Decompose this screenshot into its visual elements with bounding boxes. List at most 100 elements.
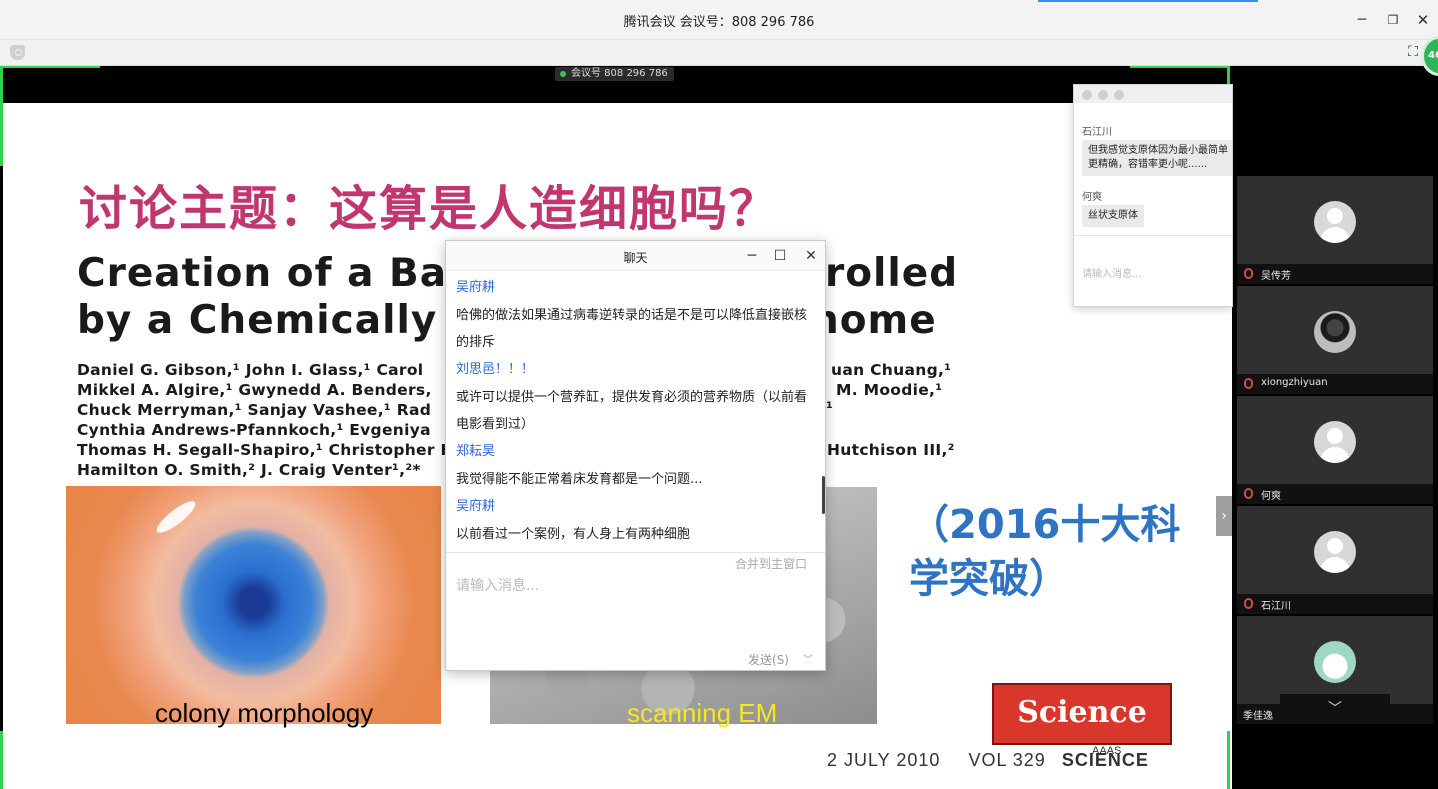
expand-panel-arrow-icon[interactable]: › [1216, 496, 1232, 536]
window-dot-icon[interactable] [1098, 90, 1108, 100]
colony-glare [152, 496, 200, 538]
participant-tile[interactable] [1237, 616, 1433, 704]
message-text: 哈佛的做法如果通过病毒逆转录的话是不是可以降低直接嵌核的排斥 [456, 308, 808, 350]
photo-avatar-icon [1314, 311, 1356, 353]
mic-muted-icon [1244, 378, 1253, 389]
main-chat-input[interactable]: 请输入消息... [1082, 265, 1142, 280]
participant-name-strip: 吴传芳 [1237, 264, 1433, 284]
chat-window: 聊天 ─ ☐ ✕ 吴府耕 哈佛的做法如果通过病毒逆转录的话是不是可以降低直接嵌核… [445, 240, 826, 671]
colony-caption: colony morphology [155, 698, 374, 728]
chat-divider [446, 552, 825, 553]
paper-title-line2-right: nome [811, 298, 937, 343]
close-button[interactable]: ✕ [1413, 10, 1433, 30]
author-line: Thomas H. Segall-Shapiro,¹ Christopher H [77, 441, 454, 459]
mic-muted-icon [1244, 268, 1253, 279]
main-chat-bubble: 丝状支原体 [1082, 205, 1144, 227]
participant-name: 吴传芳 [1261, 271, 1291, 282]
window-dot-icon[interactable] [1114, 90, 1124, 100]
main-chat-divider [1074, 235, 1232, 236]
breakthrough-note: （2016十大科学突破） [909, 502, 1181, 602]
author-line: Daniel G. Gibson,¹ John I. Glass,¹ Carol [77, 361, 424, 379]
chat-scrollbar[interactable] [822, 476, 825, 514]
author-line-right: uan Chuang,¹ [831, 361, 952, 379]
message-text: 我觉得能不能正常着床发育都是一个问题... [456, 472, 703, 487]
default-avatar-icon [1314, 201, 1356, 243]
participant-name-strip: xiongzhiyuan [1237, 374, 1433, 394]
participant-list: 吴传芳 xiongzhiyuan 何爽 石江川 季佳逸 [1233, 66, 1438, 789]
default-avatar-icon [1314, 531, 1356, 573]
author-line-right: M. Moodie,¹ [836, 381, 943, 399]
title-bar: 腾讯会议 会议号：808 296 786 ─ ❐ ✕ [0, 0, 1438, 40]
merge-to-main-button[interactable]: 合并到主窗口 [735, 555, 807, 572]
message-sender[interactable]: 吴府耕 [456, 493, 817, 521]
speaker-border-mark [0, 66, 100, 68]
speaker-border-mark [1130, 66, 1230, 68]
send-options-chevron-icon[interactable]: ﹀ [803, 651, 813, 666]
window-dot-icon[interactable] [1082, 90, 1092, 100]
chat-message: 刘思邑！！！ 或许可以提供一个营养缸，提供发育必须的营养物质（以前看电影看到过） [446, 356, 827, 438]
chat-title: 聊天 [623, 251, 648, 265]
cartoon-avatar-icon [1314, 641, 1356, 683]
title-accent-bar [1038, 0, 1258, 2]
fullscreen-icon[interactable] [1405, 43, 1421, 61]
default-avatar-icon [1314, 421, 1356, 463]
paper-title-line1-right: rolled [825, 251, 959, 296]
main-chat-sender: 石江川 [1082, 127, 1112, 138]
minimize-button[interactable]: ─ [1352, 10, 1372, 30]
journal-footer: 2 JULY 2010 VOL 329 SCIENCE [827, 750, 1149, 771]
paper-title-line1-left: Creation of a Ba [77, 251, 448, 296]
meeting-toolbar [0, 40, 1438, 66]
sem-caption: scanning EM [627, 698, 778, 728]
slide-title: 讨论主题：这算是人造细胞吗？ [79, 181, 780, 237]
footer-journal: SCIENCE [1061, 750, 1149, 770]
footer-volume: VOL 329 [968, 750, 1046, 770]
chat-maximize-button[interactable]: ☐ [772, 247, 788, 265]
chat-input[interactable]: 请输入消息... [456, 575, 539, 595]
chat-message: 吴府耕 以前看过一个案例，有人身上有两种细胞 [446, 493, 827, 548]
chat-message: 吴府耕 哈佛的做法如果通过病毒逆转录的话是不是可以降低直接嵌核的排斥 [446, 274, 827, 356]
collapse-chevron-icon[interactable]: ﹀ [1280, 694, 1390, 724]
colony-image [66, 486, 441, 724]
message-text: 以前看过一个案例，有人身上有两种细胞 [456, 527, 691, 542]
science-logo-text: Science [1017, 695, 1147, 730]
participant-tile[interactable] [1237, 506, 1433, 594]
chat-minimize-button[interactable]: ─ [744, 247, 760, 265]
message-sender[interactable]: 吴府耕 [456, 274, 817, 302]
main-chat-panel: 石江川 但我感觉支原体因为最小最简单更精确，容错率更小呢...... 何爽 丝状… [1073, 84, 1233, 307]
participant-name-strip: 何爽 [1237, 484, 1433, 504]
paper-title-line2-left: by a Chemically [77, 298, 438, 343]
participant-tile[interactable] [1237, 286, 1433, 374]
participant-name: xiongzhiyuan [1261, 377, 1328, 388]
author-line: Hamilton O. Smith,² J. Craig Venter¹,²* [77, 461, 421, 479]
mic-muted-icon [1244, 598, 1253, 609]
science-logo: Science [992, 683, 1172, 745]
participant-name: 季佳逸 [1243, 711, 1273, 722]
author-line-right: ¹ [826, 399, 834, 417]
chat-message-list[interactable]: 吴府耕 哈佛的做法如果通过病毒逆转录的话是不是可以降低直接嵌核的排斥 刘思邑！！… [446, 274, 827, 550]
main-chat-bubble: 但我感觉支原体因为最小最简单更精确，容错率更小呢...... [1082, 140, 1232, 176]
participant-name-strip: 石江川 [1237, 594, 1433, 614]
meeting-app: 腾讯会议 会议号：808 296 786 ─ ❐ ✕ 46 会议号 808 29… [0, 0, 1438, 789]
author-line: Mikkel A. Algire,¹ Gwynedd A. Benders, [77, 381, 432, 399]
chat-titlebar: 聊天 ─ ☐ ✕ [446, 241, 825, 271]
window-title: 腾讯会议 会议号：808 296 786 [623, 15, 815, 30]
meeting-id-chip[interactable]: 会议号 808 296 786 [555, 67, 674, 81]
author-line-right: Hutchison III,² [827, 441, 955, 459]
maximize-button[interactable]: ❐ [1383, 10, 1403, 30]
send-button[interactable]: 发送(S) [748, 651, 789, 668]
message-sender[interactable]: 郑耘昊 [456, 438, 817, 466]
author-line: Cynthia Andrews-Pfannkoch,¹ Evgeniya [77, 421, 431, 439]
participant-name: 何爽 [1261, 491, 1281, 502]
speaker-border-mark [0, 66, 3, 166]
footer-date: 2 JULY 2010 [827, 750, 941, 770]
participant-name: 石江川 [1261, 601, 1291, 612]
message-sender[interactable]: 刘思邑！！！ [456, 356, 817, 384]
chat-message: 郑耘昊 我觉得能不能正常着床发育都是一个问题... [446, 438, 827, 493]
participant-tile[interactable] [1237, 396, 1433, 484]
speaker-border-mark [0, 731, 3, 789]
security-shield-icon[interactable] [10, 45, 25, 60]
main-chat-sender: 何爽 [1082, 192, 1102, 203]
message-text: 或许可以提供一个营养缸，提供发育必须的营养物质（以前看电影看到过） [456, 390, 808, 432]
participant-tile[interactable] [1237, 176, 1433, 264]
chat-close-button[interactable]: ✕ [803, 247, 819, 265]
